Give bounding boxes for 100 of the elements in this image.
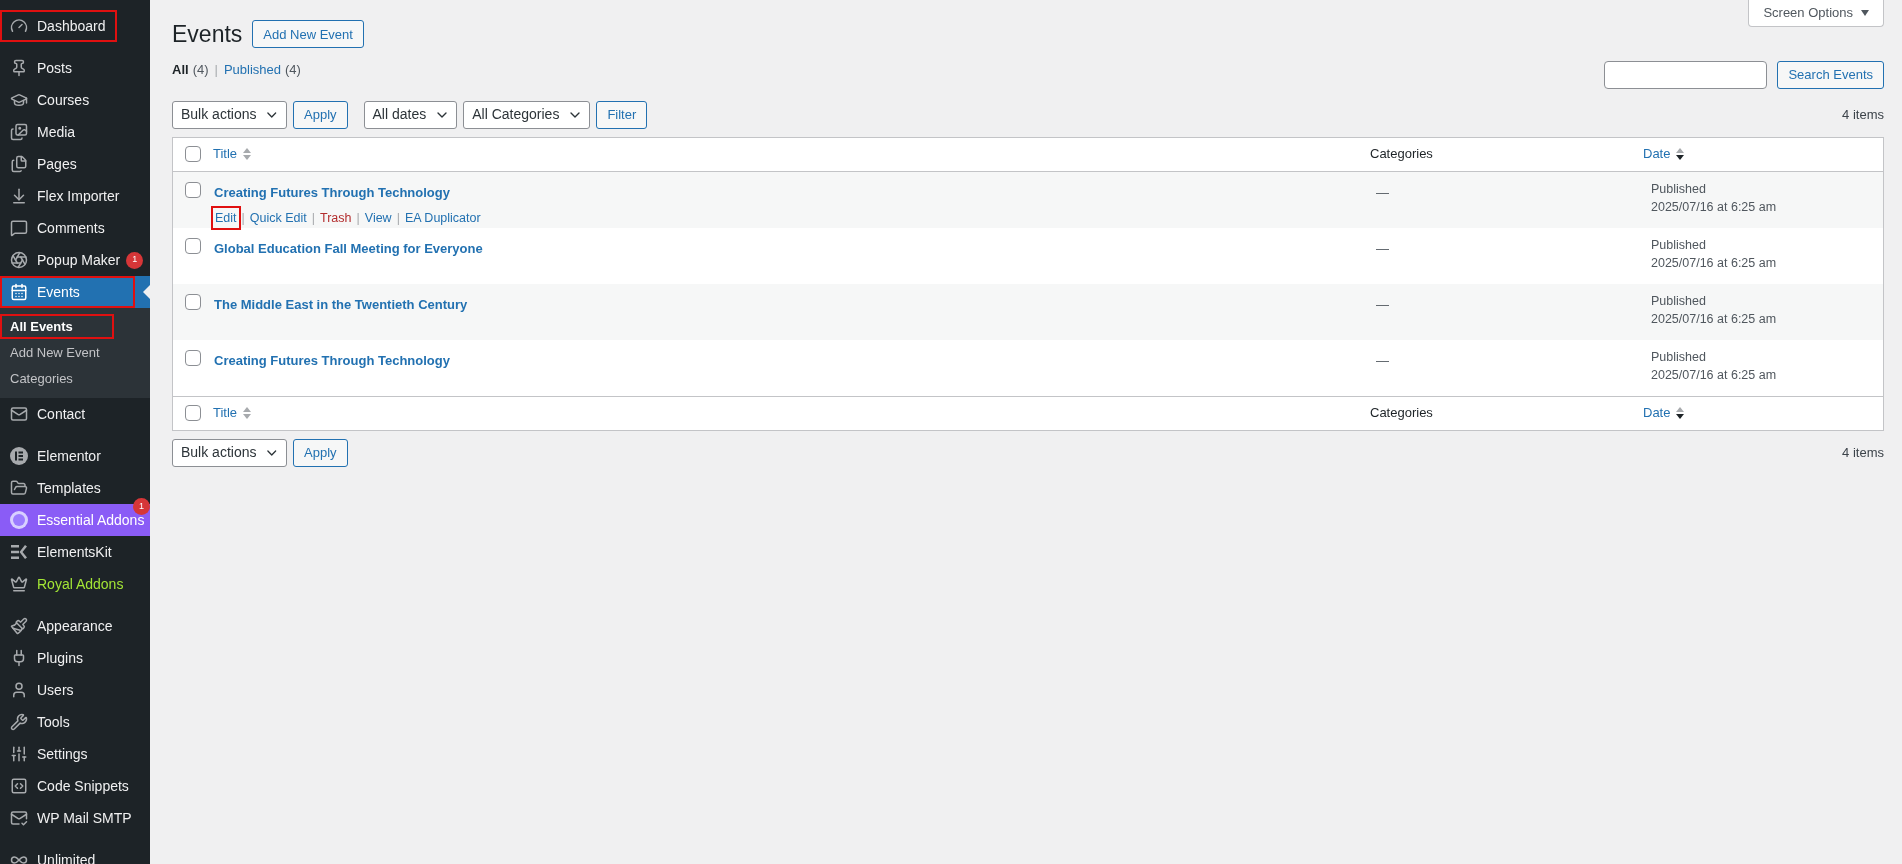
sidebar-item[interactable]: Appearance (0, 610, 150, 642)
categories-cell: — (1376, 240, 1389, 256)
row-checkbox[interactable] (185, 405, 201, 421)
categories-cell: — (1376, 352, 1389, 368)
column-sort-link[interactable]: Date (1643, 144, 1671, 164)
search-button[interactable]: Search Events (1777, 60, 1884, 89)
sidebar-item[interactable]: Posts (0, 52, 150, 84)
sidebar-item[interactable]: Courses (0, 84, 150, 116)
event-title-link[interactable]: Global Education Fall Meeting for Everyone (214, 240, 483, 256)
sidebar-item[interactable]: Code Snippets (0, 770, 150, 802)
column-header: Categories (1370, 404, 1433, 423)
row-checkbox[interactable] (185, 349, 201, 366)
separator: | (214, 60, 218, 79)
separator: | (311, 209, 315, 227)
date-text: 2025/07/16 at 6:25 am (1651, 254, 1778, 272)
dropdown-select[interactable]: Bulk actions (172, 438, 287, 467)
filter-button[interactable]: Filter (596, 100, 648, 129)
sidebar-item[interactable]: Pages (0, 148, 150, 180)
dropdown-select[interactable]: Bulk actions (172, 100, 287, 129)
column-sort-link[interactable]: Date (1643, 403, 1671, 423)
screen-options-button[interactable]: Screen Options (1748, 0, 1884, 27)
sidebar-item[interactable]: Tools (0, 706, 150, 738)
sidebar-item[interactable]: Flex Importer (0, 180, 150, 212)
current-pointer-icon (143, 285, 150, 299)
menu-icon (10, 155, 28, 173)
row-action-link[interactable]: View (364, 210, 392, 225)
apply-button[interactable]: Apply (293, 100, 348, 129)
sidebar-item[interactable]: Users (0, 674, 150, 706)
elementor-icon (9, 446, 29, 466)
submenu-item[interactable]: All Events (0, 314, 150, 340)
row-checkbox[interactable] (185, 237, 201, 254)
sidebar-item[interactable]: Media (0, 116, 150, 148)
row-action-link[interactable]: EA Duplicator (404, 210, 481, 225)
event-title-link[interactable]: Creating Futures Through Technology (214, 352, 450, 368)
view-filter-link[interactable]: Published (223, 59, 281, 79)
column-sort-link[interactable]: Title (213, 144, 238, 164)
column-sort-link[interactable]: Title (213, 403, 238, 423)
separator: | (241, 209, 245, 227)
date-text: 2025/07/16 at 6:25 am (1651, 198, 1778, 216)
menu-icon (10, 777, 28, 795)
menu-icon (10, 91, 28, 109)
menu-icon (10, 187, 28, 205)
dropdown-select[interactable]: All Categories (463, 100, 591, 129)
event-title-link[interactable]: The Middle East in the Twentieth Century (214, 296, 468, 312)
submenu-item[interactable]: Add New Event (0, 340, 150, 366)
status-text: Published (1651, 348, 1707, 366)
menu-icon (10, 17, 28, 35)
separator: | (396, 209, 400, 227)
menu-icon (10, 405, 28, 423)
menu-icon (10, 745, 28, 763)
column-header: Categories (1370, 145, 1433, 164)
menu-icon (10, 123, 28, 141)
status-text: Published (1651, 236, 1707, 254)
row-checkbox[interactable] (185, 293, 201, 310)
categories-cell: — (1376, 184, 1389, 200)
add-new-button[interactable]: Add New Event (252, 20, 364, 49)
menu-icon (10, 713, 28, 731)
view-count: (4) (192, 60, 209, 79)
categories-cell: — (1376, 296, 1389, 312)
item-count: 4 items (1842, 105, 1884, 124)
row-action-link[interactable]: Trash (320, 210, 352, 225)
dropdown-select[interactable]: All dates (363, 100, 458, 129)
view-filter-link[interactable]: All (172, 59, 189, 79)
addon-badge-icon (9, 510, 29, 530)
menu-icon (10, 283, 28, 301)
submenu-item[interactable]: Categories (0, 366, 150, 392)
menu-icon (10, 251, 28, 269)
menu-icon (10, 809, 28, 827)
sidebar-item[interactable]: Popup Maker 1 (0, 244, 150, 276)
sidebar-item[interactable]: Royal Addons (0, 568, 150, 600)
sidebar-item[interactable]: Plugins (0, 642, 150, 674)
view-count: (4) (285, 60, 301, 79)
sidebar-item[interactable]: ElementsKit (0, 536, 150, 568)
sidebar-item[interactable]: Contact (0, 398, 150, 430)
menu-icon (10, 479, 28, 497)
event-title-link[interactable]: Creating Futures Through Technology (214, 184, 450, 200)
caret-down-icon (1861, 10, 1869, 16)
row-checkbox[interactable] (185, 181, 201, 198)
menu-icon (10, 681, 28, 699)
sidebar-item[interactable]: WP Mail SMTP (0, 802, 150, 834)
status-text: Published (1651, 292, 1707, 310)
item-count: 4 items (1842, 443, 1884, 462)
sidebar-item[interactable]: Unlimited (0, 844, 150, 864)
count-badge: 1 (126, 251, 144, 269)
search-field[interactable] (1604, 60, 1768, 89)
row-checkbox[interactable] (185, 146, 201, 162)
sidebar-item[interactable]: Settings (0, 738, 150, 770)
status-text: Published (1651, 180, 1707, 198)
row-action-link[interactable]: Edit (215, 210, 237, 225)
menu-icon (10, 617, 28, 635)
sidebar-item[interactable]: Comments (0, 212, 150, 244)
apply-button[interactable]: Apply (293, 438, 348, 467)
sidebar-item[interactable]: Elementor (0, 440, 150, 472)
page-title: Events (172, 20, 243, 49)
menu-icon (10, 59, 28, 77)
count-badge: 1 (133, 498, 150, 515)
menu-icon (10, 219, 28, 237)
date-text: 2025/07/16 at 6:25 am (1651, 310, 1778, 328)
row-action-link[interactable]: Quick Edit (249, 210, 307, 225)
sidebar-item[interactable]: Dashboard (0, 10, 150, 42)
